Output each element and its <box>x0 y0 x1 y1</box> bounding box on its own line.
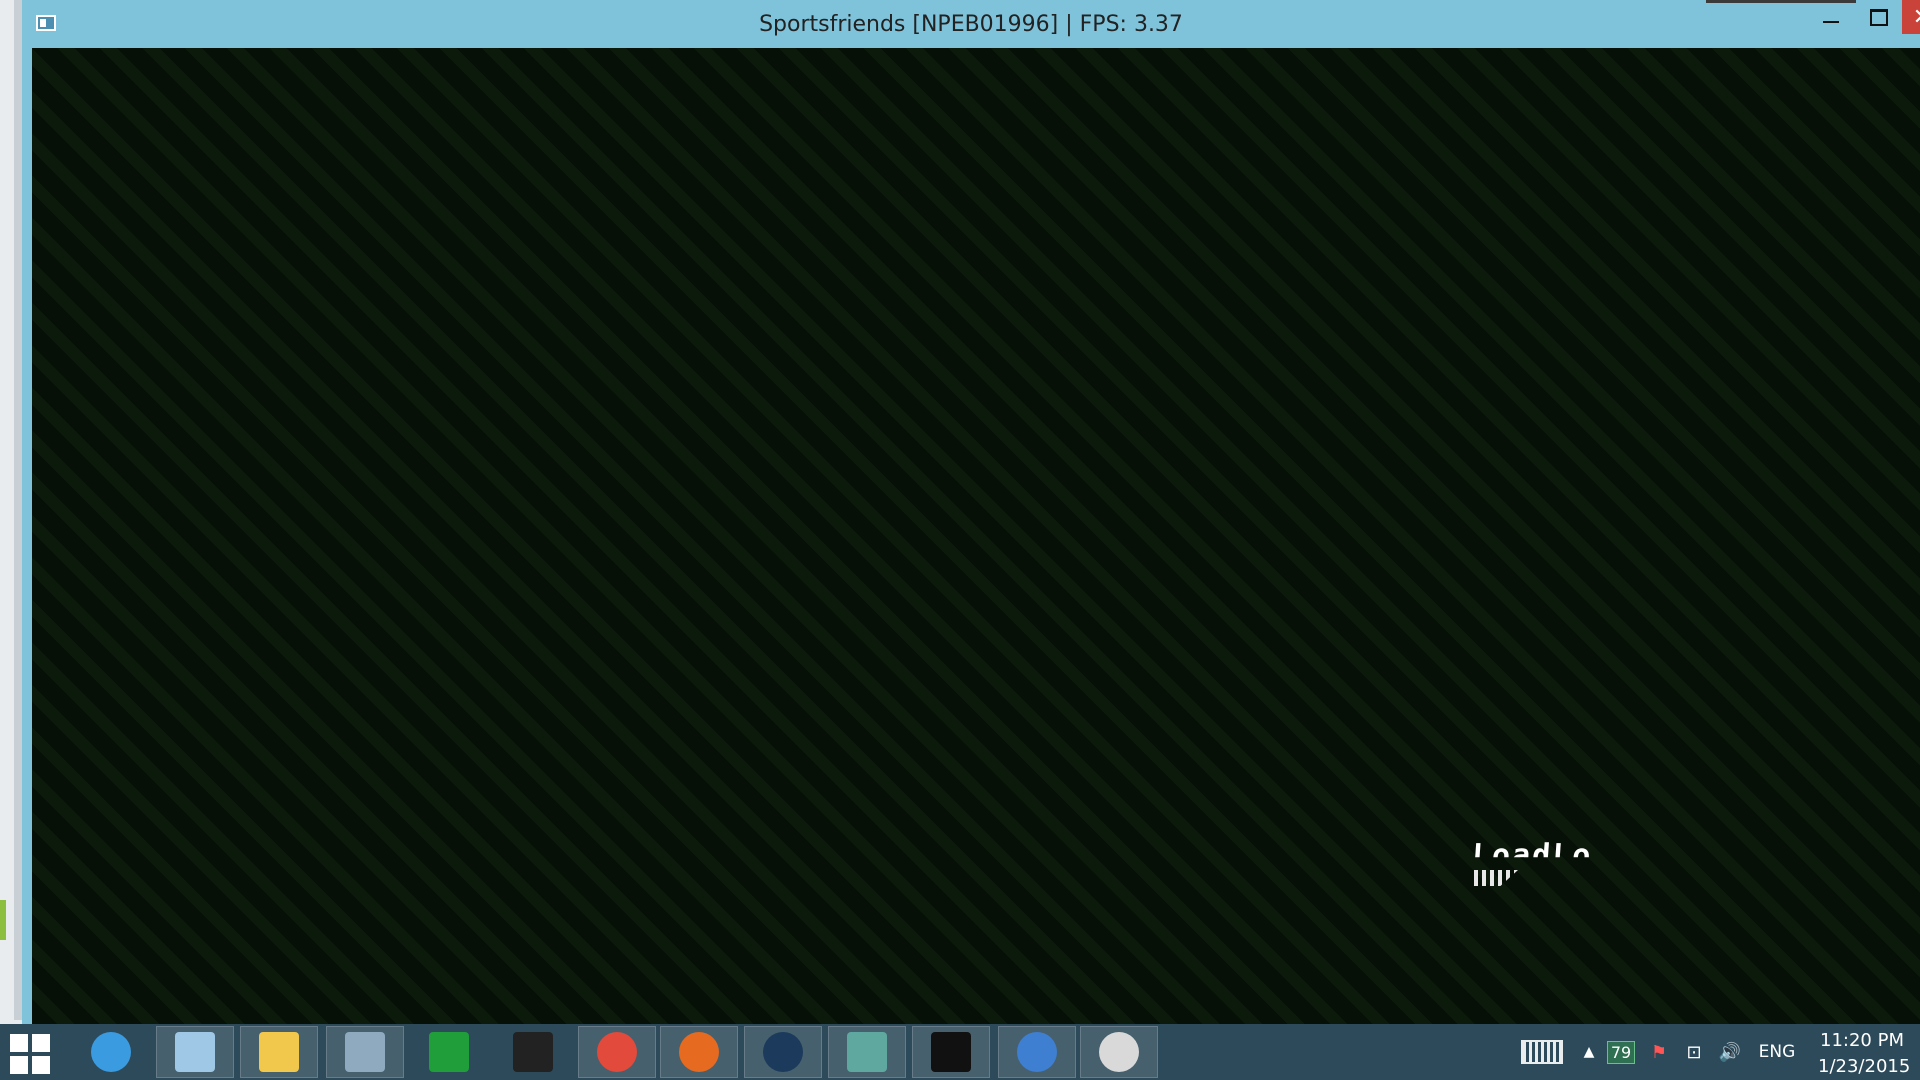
volume-button[interactable]: 🔊 <box>1714 1024 1746 1080</box>
battery-indicator[interactable]: 79 <box>1604 1024 1638 1080</box>
taskbar: ▲ 79 ⚑ ⊡ 🔊 ENG 11:20 PM 1/23/2015 <box>0 1024 1920 1080</box>
title-bar[interactable]: Sportsfriends [NPEB01996] | FPS: 3.37 ✕ <box>22 0 1920 48</box>
maximize-icon <box>1870 8 1888 26</box>
emulator-icon <box>847 1032 887 1072</box>
network-button[interactable]: ⊡ <box>1678 1024 1710 1080</box>
taskbar-app-calculator[interactable] <box>326 1026 404 1078</box>
taskbar-app-store[interactable] <box>410 1026 488 1078</box>
illegal-icon <box>931 1032 971 1072</box>
store-icon <box>429 1032 469 1072</box>
maximize-button[interactable] <box>1856 0 1902 34</box>
background-window-accent <box>0 900 6 940</box>
start-icon <box>10 1034 28 1052</box>
keyboard-icon <box>1521 1040 1563 1064</box>
unity-icon <box>513 1032 553 1072</box>
close-button[interactable]: ✕ <box>1902 0 1920 34</box>
ccleaner-icon <box>1017 1032 1057 1072</box>
minimize-icon <box>1823 21 1839 23</box>
language-indicator[interactable]: ENG <box>1752 1024 1802 1080</box>
action-center-button[interactable]: ⚑ <box>1644 1024 1674 1080</box>
speaker-icon: 🔊 <box>1718 1041 1742 1063</box>
file-explorer-icon <box>259 1032 299 1072</box>
taskbar-app-compass[interactable] <box>1080 1026 1158 1078</box>
window-title: Sportsfriends [NPEB01996] | FPS: 3.37 <box>759 12 1183 37</box>
chevron-up-icon: ▲ <box>1583 1044 1595 1060</box>
game-window: Sportsfriends [NPEB01996] | FPS: 3.37 ✕ … <box>22 0 1920 1024</box>
taskbar-app-internet-explorer[interactable] <box>72 1026 150 1078</box>
battery-level: 79 <box>1606 1040 1636 1064</box>
notepad-icon <box>175 1032 215 1072</box>
loading-text: LoadLo <box>1470 838 1594 873</box>
game-viewport[interactable]: LoadLo <box>32 48 1920 1024</box>
close-icon: ✕ <box>1913 5 1920 30</box>
taskbar-app-steam[interactable] <box>744 1026 822 1078</box>
steam-icon <box>763 1032 803 1072</box>
taskbar-app-file-explorer[interactable] <box>240 1026 318 1078</box>
clock-time[interactable]: 11:20 PM <box>1820 1030 1904 1051</box>
minimize-button[interactable] <box>1806 0 1856 34</box>
calculator-icon <box>345 1032 385 1072</box>
loading-dots <box>1474 870 1518 886</box>
start-button[interactable] <box>10 1034 50 1074</box>
taskbar-app-chrome[interactable] <box>578 1026 656 1078</box>
chrome-icon <box>597 1032 637 1072</box>
network-icon: ⊡ <box>1686 1041 1702 1063</box>
taskbar-app-illegal[interactable] <box>912 1026 990 1078</box>
flag-warning-icon: ⚑ <box>1650 1041 1668 1063</box>
touch-keyboard-button[interactable] <box>1516 1024 1568 1080</box>
start-icon-pane <box>10 1056 28 1074</box>
firefox-icon <box>679 1032 719 1072</box>
start-icon-pane <box>32 1034 50 1052</box>
taskbar-app-firefox[interactable] <box>660 1026 738 1078</box>
language-label: ENG <box>1758 1042 1796 1062</box>
clock-date[interactable]: 1/23/2015 <box>1818 1056 1910 1077</box>
background-window-edge <box>14 0 22 1020</box>
taskbar-app-ccleaner[interactable] <box>998 1026 1076 1078</box>
compass-icon <box>1099 1032 1139 1072</box>
start-icon-pane <box>32 1056 50 1074</box>
internet-explorer-icon <box>91 1032 131 1072</box>
taskbar-app-emulator[interactable] <box>828 1026 906 1078</box>
show-hidden-icons-button[interactable]: ▲ <box>1576 1024 1602 1080</box>
taskbar-app-notepad[interactable] <box>156 1026 234 1078</box>
taskbar-app-unity[interactable] <box>494 1026 572 1078</box>
